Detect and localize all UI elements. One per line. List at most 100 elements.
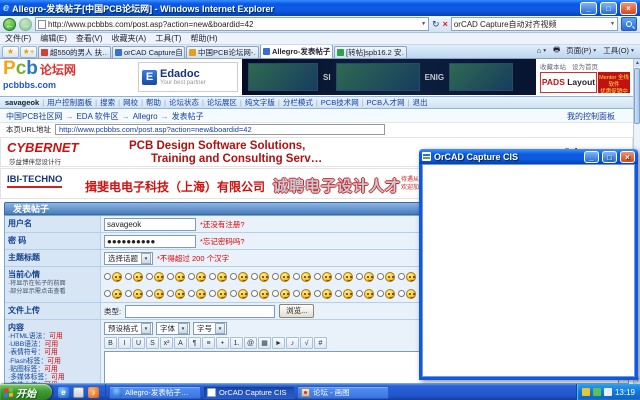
editor-toolbar-button[interactable]: x² [160,337,173,349]
print-button[interactable]: 🖶 [553,44,560,57]
editor-toolbar-button[interactable]: U [132,337,145,349]
browser-tab[interactable]: Allegro-发表帖子 [260,44,333,58]
orcad-minimize-button[interactable]: _ [584,150,599,163]
nav-link[interactable]: 论坛状态 [169,97,199,108]
editor-toolbar-button[interactable]: • [216,337,229,349]
tools-menu-button[interactable]: 工具(O) ▼ [603,45,635,56]
browser-tab[interactable]: 超550的男人 扶… [38,46,111,58]
search-dropdown-arrow-icon[interactable]: ▼ [610,21,615,27]
start-button[interactable]: 开始 [0,384,52,400]
photo-banner[interactable]: SI ENIG [242,59,536,95]
security-icon[interactable] [581,388,590,396]
nav-link[interactable]: 网校 [123,97,138,108]
orcad-window-body[interactable] [422,164,635,377]
emoticon-option[interactable] [356,288,377,299]
emoticon-option[interactable] [188,288,209,299]
emoticon-option[interactable] [251,271,272,282]
refresh-button[interactable]: ↻ [432,18,440,31]
browser-tab[interactable]: orCAD Capture自… [112,46,185,58]
nav-link[interactable]: 搜索 [100,97,115,108]
menu-item[interactable]: 帮助(H) [190,33,217,44]
editor-toolbar-button[interactable]: # [314,337,327,349]
editor-toolbar-button[interactable]: ♪ [286,337,299,349]
ie-quicklaunch-icon[interactable]: e [58,386,69,398]
emoticon-option[interactable] [272,288,293,299]
emoticon-option[interactable] [335,288,356,299]
editor-toolbar-button[interactable]: S [146,337,159,349]
browser-tab[interactable]: [转帖]spb16.2 安… [334,46,407,58]
editor-select[interactable]: 字号 ▼ [193,322,227,335]
editor-toolbar-button[interactable]: I [118,337,131,349]
nav-link[interactable]: PCB人才网 [367,97,405,108]
nav-link[interactable]: 论坛展区 [207,97,237,108]
add-favorite-button[interactable]: ★+ [20,46,37,58]
emoticon-option[interactable] [314,288,335,299]
username-input[interactable] [104,217,196,231]
emoticon-option[interactable] [209,288,230,299]
corner-link[interactable]: 收藏本站 [540,61,566,71]
show-desktop-icon[interactable] [73,386,84,398]
nav-link[interactable]: PCB技术网 [321,97,359,108]
editor-toolbar-button[interactable]: ≡ [202,337,215,349]
emoticon-option[interactable] [230,288,251,299]
emoticon-option[interactable] [398,271,419,282]
back-button[interactable]: ← [3,17,16,31]
pads-promo-banner[interactable]: Mentor 全线软件 优惠促销中 [598,72,630,95]
nav-link[interactable]: 分栏模式 [283,97,313,108]
emoticon-option[interactable] [398,288,419,299]
password-input[interactable] [104,234,196,248]
emoticon-option[interactable] [167,271,188,282]
emoticon-option[interactable] [335,271,356,282]
editor-toolbar-button[interactable]: ¶ [188,337,201,349]
editor-toolbar-button[interactable]: 1. [230,337,243,349]
emoticon-option[interactable] [377,288,398,299]
menu-item[interactable]: 查看(V) [76,33,103,44]
site-logo[interactable]: Pcb 论坛网 pcbbbs.com [3,59,76,90]
pads-banner[interactable]: PADS Layout [540,72,597,93]
nav-link[interactable]: 纯文字版 [245,97,275,108]
editor-toolbar-button[interactable]: ► [272,337,285,349]
my-control-panel-link[interactable]: 我的控制面板 [567,111,627,122]
taskbar-task-button[interactable]: OrCAD Capture CIS [203,385,295,399]
taskbar-task-button[interactable]: Allegro-发表帖子… [109,385,201,399]
register-hint-link[interactable]: *还没有注册? [200,219,245,230]
search-button[interactable] [621,17,637,31]
browser-titlebar[interactable]: e Allegro-发表帖子[中国PCB论坛网] - Windows Inter… [0,0,640,16]
edadoc-banner[interactable]: E Edadoc Your best partner [138,62,238,92]
emoticon-option[interactable] [104,288,125,299]
emoticon-option[interactable] [356,271,377,282]
network-icon[interactable] [592,388,601,396]
emoticon-option[interactable] [167,288,188,299]
breadcrumb-link[interactable]: Allegro [133,112,158,121]
orcad-close-button[interactable]: × [620,150,635,163]
emoticon-option[interactable] [146,271,167,282]
emoticon-option[interactable] [293,288,314,299]
editor-toolbar-button[interactable]: A [174,337,187,349]
emoticon-option[interactable] [293,271,314,282]
orcad-maximize-button[interactable]: □ [602,150,617,163]
nav-link[interactable]: 退出 [413,97,428,108]
orcad-window[interactable]: OrCAD Capture CIS _ □ × [419,149,638,380]
menu-item[interactable]: 工具(T) [155,33,181,44]
menu-item[interactable]: 收藏夹(A) [112,33,147,44]
breadcrumb-link[interactable]: 中国PCB社区网 [6,111,62,122]
emoticon-option[interactable] [188,271,209,282]
close-button[interactable]: × [620,1,637,15]
editor-toolbar-button[interactable]: ▦ [258,337,271,349]
nav-link[interactable]: 帮助 [146,97,161,108]
scroll-up-button[interactable]: ▲ [634,59,640,67]
address-dropdown-arrow-icon[interactable]: ▼ [421,21,426,27]
file-upload-input[interactable] [125,304,276,318]
editor-toolbar-button[interactable]: @ [244,337,257,349]
volume-icon[interactable] [603,388,612,396]
menu-item[interactable]: 编辑(E) [40,33,67,44]
emoticon-option[interactable] [272,271,293,282]
favorites-center-button[interactable]: ★ [2,46,19,58]
scrollbar-thumb[interactable] [634,68,640,124]
emoticon-option[interactable] [125,271,146,282]
editor-toolbar-button[interactable]: √ [300,337,313,349]
search-input[interactable]: orCAD Capture自动对齐视频 ▼ [450,17,618,31]
minimize-button[interactable]: _ [580,1,597,15]
home-button[interactable]: ⌂ ▼ [537,46,547,55]
menu-item[interactable]: 文件(F) [5,33,31,44]
